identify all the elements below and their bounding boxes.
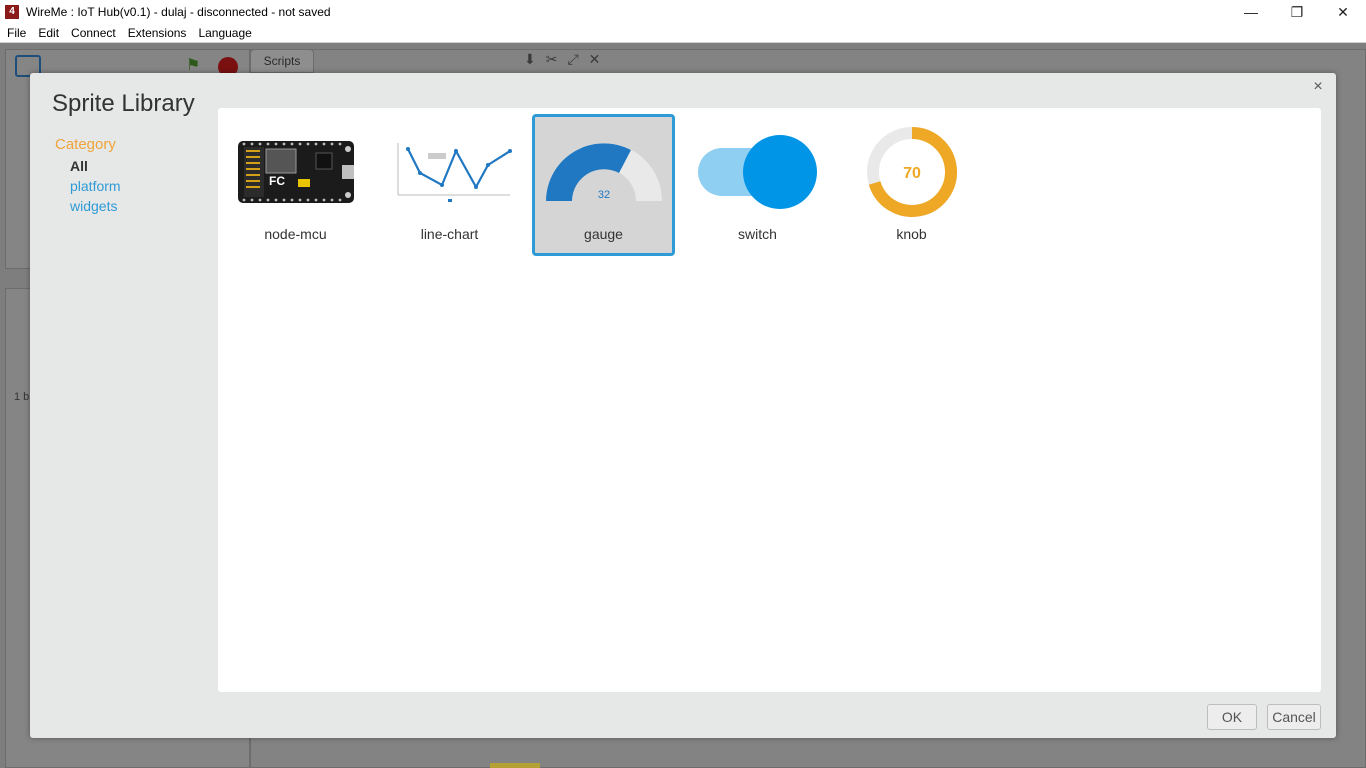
- menu-bar: File Edit Connect Extensions Language: [0, 24, 1366, 43]
- stamp-icon[interactable]: ⬇: [524, 51, 536, 68]
- sprite-label: line-chart: [420, 226, 479, 242]
- sprite-grid: FC node-mcu line-chart 32 gauge switch 7…: [218, 108, 1321, 692]
- close-window-button[interactable]: ✕: [1320, 0, 1366, 24]
- menu-connect[interactable]: Connect: [64, 26, 121, 40]
- sprite-knob[interactable]: 70 knob: [840, 114, 983, 256]
- maximize-button[interactable]: ❐: [1274, 0, 1320, 24]
- menu-language[interactable]: Language: [191, 26, 256, 40]
- sprite-label: gauge: [584, 226, 623, 242]
- line-chart-thumbnail: [378, 122, 521, 222]
- dialog-title: Sprite Library: [52, 90, 195, 117]
- sprite-label: switch: [738, 226, 777, 242]
- svg-text:FC: FC: [269, 174, 285, 188]
- sprite-line-chart[interactable]: line-chart: [378, 114, 521, 256]
- node-mcu-thumbnail: FC: [224, 122, 367, 222]
- sprite-switch[interactable]: switch: [686, 114, 829, 256]
- category-platform[interactable]: platform: [70, 178, 121, 194]
- cancel-button[interactable]: Cancel: [1267, 704, 1321, 730]
- status-strip: [490, 763, 540, 768]
- switch-thumbnail: [686, 122, 829, 222]
- gauge-thumbnail: 32: [535, 122, 672, 222]
- menu-edit[interactable]: Edit: [31, 26, 64, 40]
- sprite-library-dialog: Sprite Library × Category All platform w…: [30, 73, 1336, 738]
- toolbar: ⬇ ✂ ⤢ ✕: [524, 51, 600, 68]
- minimize-button[interactable]: —: [1228, 0, 1274, 24]
- knob-thumbnail: 70: [840, 122, 983, 222]
- grow-icon[interactable]: ⤢: [567, 51, 578, 68]
- category-widgets[interactable]: widgets: [70, 198, 117, 214]
- shrink-icon[interactable]: ✕: [589, 51, 601, 68]
- ok-button[interactable]: OK: [1207, 704, 1257, 730]
- tab-scripts[interactable]: Scripts: [250, 49, 314, 73]
- sprite-node-mcu[interactable]: FC node-mcu: [224, 114, 367, 256]
- gauge-value: 32: [597, 189, 609, 201]
- sprite-label: node-mcu: [264, 226, 327, 242]
- category-heading: Category: [55, 136, 116, 153]
- app-icon: 4: [5, 5, 19, 19]
- category-all[interactable]: All: [70, 158, 88, 174]
- close-icon[interactable]: ×: [1310, 79, 1326, 95]
- sprite-label: knob: [896, 226, 927, 242]
- menu-extensions[interactable]: Extensions: [121, 26, 192, 40]
- sprite-count-text: 1 b: [14, 391, 30, 403]
- window-title: WireMe : IoT Hub(v0.1) - dulaj - disconn…: [26, 5, 331, 19]
- knob-value: 70: [903, 165, 921, 182]
- cut-icon[interactable]: ✂: [546, 51, 558, 68]
- menu-file[interactable]: File: [0, 26, 31, 40]
- title-bar: 4 WireMe : IoT Hub(v0.1) - dulaj - disco…: [0, 0, 1366, 24]
- sprite-gauge[interactable]: 32 gauge: [532, 114, 675, 256]
